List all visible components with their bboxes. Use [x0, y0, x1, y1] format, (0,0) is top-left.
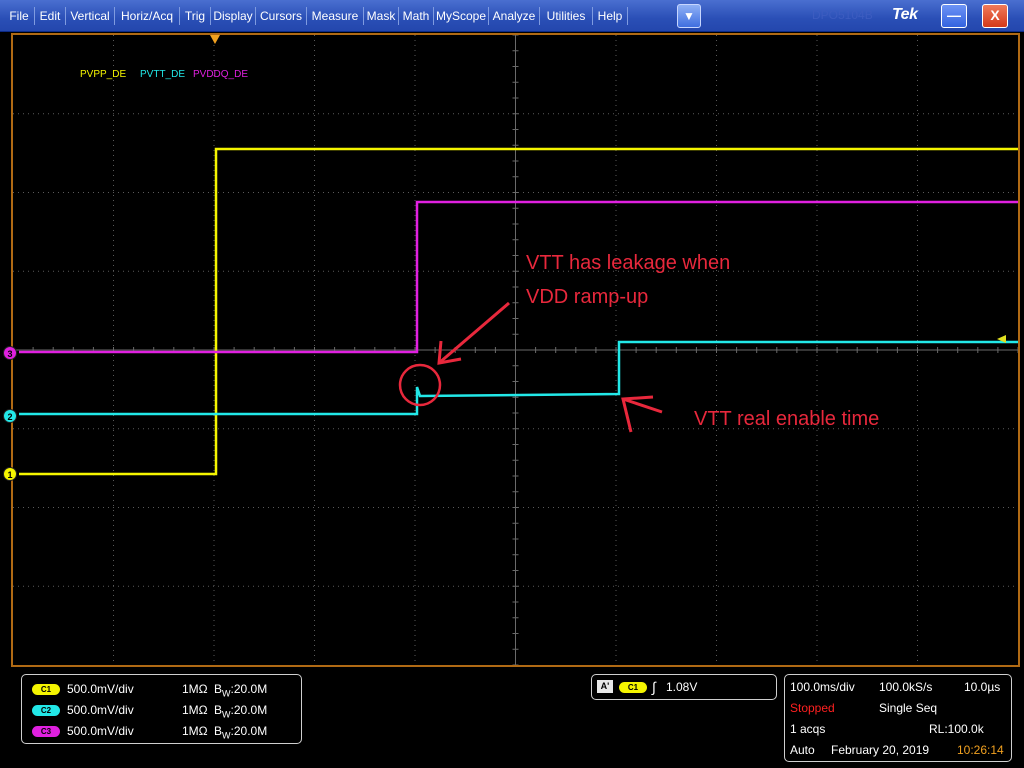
acquisition-date: February 20, 2019: [831, 743, 930, 757]
ch3-impedance: 1MΩ: [182, 724, 208, 738]
sample-rate: 100.0kS/s: [879, 680, 933, 694]
ch1-ground-marker[interactable]: 1: [3, 467, 17, 481]
menu-item-mask[interactable]: Mask: [364, 0, 398, 32]
resolution: 10.0µs: [964, 680, 1001, 694]
acquisition-count: 1 acqs: [790, 722, 826, 736]
bw-prefix: B: [214, 724, 223, 738]
waveform-graticule[interactable]: [11, 33, 1020, 667]
ch2-impedance: 1MΩ: [182, 703, 208, 717]
trigger-settings-panel[interactable]: A' C1 ∫ 1.08V: [591, 674, 777, 700]
bw-value: :20.0M: [230, 682, 268, 696]
trigger-mode-badge[interactable]: A': [597, 680, 613, 693]
trigger-source-badge[interactable]: C1: [619, 682, 647, 693]
menu-bar: File Edit Vertical Horiz/Acq Trig Display Curs…: [0, 0, 1024, 32]
menu-item-cursors[interactable]: Cursors: [256, 0, 306, 32]
trigger-mode[interactable]: Auto: [790, 743, 815, 757]
instrument-model-label: DPO5104B: [812, 8, 873, 22]
close-button[interactable]: X: [982, 4, 1008, 28]
trigger-position-marker[interactable]: [210, 35, 220, 44]
enable-arrow: [621, 395, 663, 433]
menu-item-trig[interactable]: Trig: [180, 0, 210, 32]
ch2-waveform-label: PVTT_DE: [140, 69, 186, 80]
menu-item-math[interactable]: Math: [399, 0, 433, 32]
bw-sub: W: [222, 730, 231, 741]
menu-item-analyze[interactable]: Analyze: [489, 0, 539, 32]
trigger-level[interactable]: 1.08V: [666, 680, 697, 694]
ch2-scale[interactable]: 500.0mV/div: [67, 703, 134, 717]
bw-prefix: B: [214, 682, 223, 696]
bw-sub: W: [222, 709, 231, 720]
acquisition-mode[interactable]: Single Seq: [879, 701, 937, 715]
ch1-waveform-label: PVPP_DE: [80, 69, 127, 80]
tek-logo: Tek: [892, 6, 918, 23]
channel-settings-panel[interactable]: C1 500.0mV/div 1MΩ BW:20.0M C2 500.0mV/d…: [21, 674, 302, 744]
channel-row[interactable]: C1 500.0mV/div 1MΩ BW:20.0M: [32, 682, 302, 698]
acquisition-time: 10:26:14: [957, 743, 1004, 757]
leakage-annotation-line2: VDD ramp-up: [526, 286, 649, 308]
bw-value: :20.0M: [230, 703, 268, 717]
enable-annotation: VTT real enable time: [694, 408, 880, 430]
menu-item-utilities[interactable]: Utilities: [540, 0, 592, 32]
minimize-button[interactable]: —: [941, 4, 967, 28]
menu-item-myscope[interactable]: MyScope: [434, 0, 488, 32]
ch3-scale[interactable]: 500.0mV/div: [67, 724, 134, 738]
menu-item-vertical[interactable]: Vertical: [66, 0, 114, 32]
trigger-level-arrow[interactable]: [997, 335, 1006, 343]
ch3-badge[interactable]: C3: [32, 726, 60, 737]
acquisition-panel[interactable]: 100.0ms/div 100.0kS/s 10.0µs Stopped Sin…: [784, 674, 1012, 762]
timebase[interactable]: 100.0ms/div: [790, 680, 855, 694]
ch1-scale[interactable]: 500.0mV/div: [67, 682, 134, 696]
ch2-ground-marker[interactable]: 2: [3, 409, 17, 423]
acquisition-state[interactable]: Stopped: [790, 701, 835, 715]
bw-prefix: B: [214, 703, 223, 717]
record-length: RL:100.0k: [929, 722, 984, 736]
ch1-bandwidth: BW:20.0M: [214, 682, 267, 698]
leakage-arrow: [437, 301, 510, 365]
menu-item-horiz-acq[interactable]: Horiz/Acq: [115, 0, 179, 32]
ch1-badge[interactable]: C1: [32, 684, 60, 695]
ch3-bandwidth: BW:20.0M: [214, 724, 267, 740]
ch3-waveform-label: PVDDQ_DE: [193, 69, 249, 80]
channel-row[interactable]: C2 500.0mV/div 1MΩ BW:20.0M: [32, 703, 302, 719]
channel-row[interactable]: C3 500.0mV/div 1MΩ BW:20.0M: [32, 724, 302, 740]
ch3-ground-marker[interactable]: 3: [3, 346, 17, 360]
leakage-highlight-circle: [398, 363, 442, 407]
menu-item-help[interactable]: Help: [593, 0, 627, 32]
ch2-bandwidth: BW:20.0M: [214, 703, 267, 719]
menu-item-file[interactable]: File: [4, 0, 34, 32]
graticule-grid: [13, 35, 1018, 665]
bw-value: :20.0M: [230, 724, 268, 738]
menu-dropdown-button[interactable]: ▼: [677, 4, 701, 28]
bw-sub: W: [222, 688, 231, 699]
waveform-display: [13, 35, 1018, 665]
menu-separator: [627, 7, 628, 25]
menu-item-measure[interactable]: Measure: [307, 0, 363, 32]
ch1-impedance: 1MΩ: [182, 682, 208, 696]
leakage-annotation-line1: VTT has leakage when: [526, 252, 731, 274]
menu-item-edit[interactable]: Edit: [35, 0, 65, 32]
ch2-badge[interactable]: C2: [32, 705, 60, 716]
trigger-slope-icon: ∫: [652, 679, 656, 695]
menu-item-display[interactable]: Display: [211, 0, 255, 32]
